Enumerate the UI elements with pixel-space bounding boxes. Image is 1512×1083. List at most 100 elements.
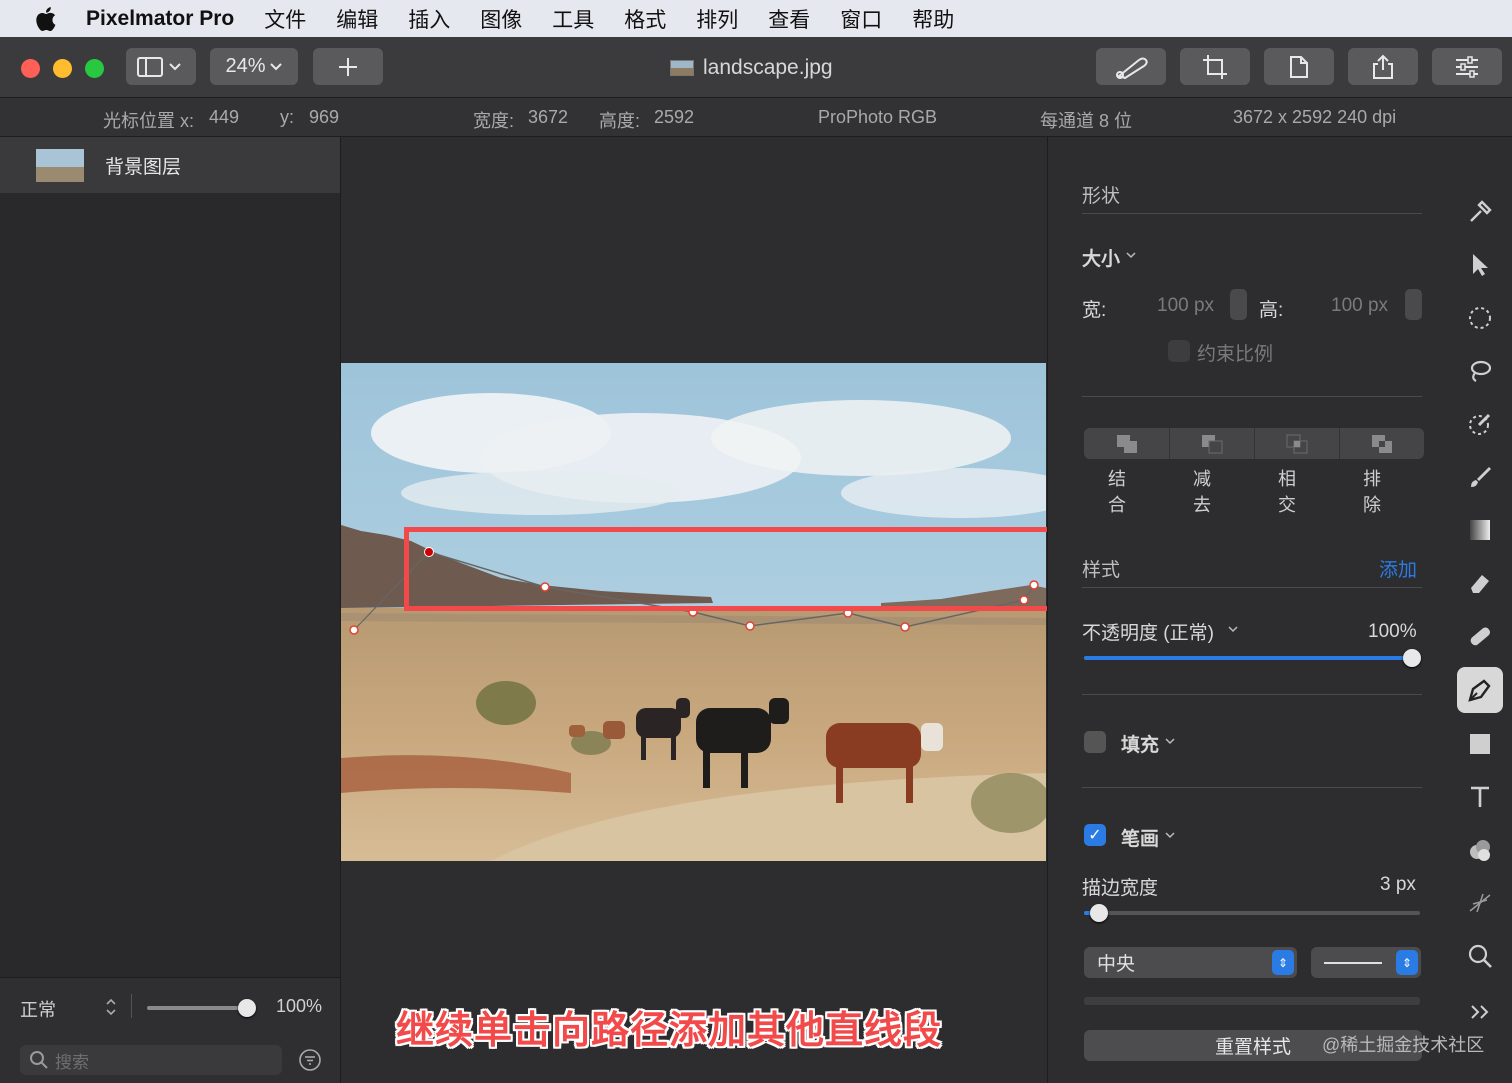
text-icon xyxy=(1471,786,1489,807)
color-adjust-tool[interactable] xyxy=(1457,827,1503,873)
sidebar-icon xyxy=(137,56,181,77)
exclude-icon xyxy=(1372,434,1392,453)
menu-arrange[interactable]: 排列 xyxy=(696,4,738,34)
shape-tool[interactable] xyxy=(1457,721,1503,767)
canvas-area[interactable]: 继续单击向路径添加其他直线段 xyxy=(341,137,1055,1083)
stroke-line-preview xyxy=(1324,962,1382,964)
divider xyxy=(1082,213,1422,214)
exclude-button[interactable] xyxy=(1339,428,1424,459)
divider xyxy=(1082,396,1422,397)
share-icon xyxy=(1373,54,1393,79)
add-button[interactable] xyxy=(313,48,383,85)
paint-tool[interactable] xyxy=(1457,454,1503,500)
filter-icon[interactable] xyxy=(298,1048,322,1072)
width-field[interactable]: 100 px xyxy=(1157,295,1214,317)
divider xyxy=(131,994,132,1018)
menu-help[interactable]: 帮助 xyxy=(912,4,954,34)
bit-depth: 每通道 8 位 xyxy=(1040,111,1133,131)
height-field[interactable]: 100 px xyxy=(1331,295,1388,317)
add-style-button[interactable]: 添加 xyxy=(1379,555,1417,582)
updown-chevron-icon xyxy=(106,998,116,1016)
zoom-tool[interactable] xyxy=(1457,933,1503,979)
retouch-tool[interactable] xyxy=(1457,613,1503,659)
shape-section-header: 形状 xyxy=(1082,186,1121,207)
dashed-circle-icon xyxy=(1469,307,1491,329)
menu-window[interactable]: 窗口 xyxy=(840,4,882,34)
opacity-slider-knob[interactable] xyxy=(1403,649,1421,667)
stroke-width-label: 描边宽度 xyxy=(1082,878,1159,899)
eraser-tool[interactable] xyxy=(1457,560,1503,606)
search-placeholder: 搜索 xyxy=(55,1052,89,1072)
cursor-icon xyxy=(1473,254,1488,276)
lasso-tool[interactable] xyxy=(1457,348,1503,394)
height-field-label: 高: xyxy=(1259,300,1284,321)
document-icon xyxy=(1290,55,1308,78)
app-name-menu[interactable]: Pixelmator Pro xyxy=(86,7,234,31)
close-window-button[interactable] xyxy=(21,59,40,78)
pen-tool[interactable] xyxy=(1457,667,1503,713)
zoom-window-button[interactable] xyxy=(85,59,104,78)
crop-button[interactable] xyxy=(1180,48,1250,85)
fill-checkbox[interactable] xyxy=(1084,731,1106,753)
menu-image[interactable]: 图像 xyxy=(480,4,522,34)
image-info-bar: 光标位置 x: 449 y: 969 宽度: 3672 高度: 2592 Pro… xyxy=(0,98,1512,137)
type-tool[interactable] xyxy=(1457,774,1503,820)
sliders-icon xyxy=(1456,55,1478,78)
zoom-dropdown[interactable]: 24% xyxy=(210,48,298,85)
opacity-mode-select[interactable]: 不透明度 (正常) xyxy=(1082,618,1214,645)
cursor-y-value: 969 xyxy=(309,107,340,127)
intersect-label: 相交 xyxy=(1278,469,1296,515)
stroke-checkbox[interactable]: ✓ xyxy=(1084,824,1106,846)
combine-button[interactable] xyxy=(1084,428,1169,459)
subtract-label: 减去 xyxy=(1193,469,1211,515)
layer-search-field[interactable]: 搜索 xyxy=(20,1045,282,1075)
hammer-icon xyxy=(1470,200,1492,222)
apple-icon[interactable] xyxy=(28,1,64,37)
height-stepper[interactable] xyxy=(1405,289,1422,320)
arrange-tool[interactable] xyxy=(1457,189,1503,235)
menu-tools[interactable]: 工具 xyxy=(552,4,594,34)
quick-select-icon xyxy=(1469,413,1491,435)
plus-icon xyxy=(339,57,357,76)
adjustments-button[interactable] xyxy=(1432,48,1502,85)
width-stepper[interactable] xyxy=(1230,289,1247,320)
menu-view[interactable]: 查看 xyxy=(768,4,810,34)
layer-opacity-knob[interactable] xyxy=(238,999,256,1017)
watermark: @稀土掘金技术社区 xyxy=(1322,1035,1485,1055)
quick-selection-tool-button[interactable] xyxy=(1096,48,1166,85)
blend-mode-select[interactable]: 正常 xyxy=(20,996,56,1022)
stroke-style-select[interactable]: ⇕ xyxy=(1311,947,1421,978)
sidebar-toggle-button[interactable] xyxy=(126,48,196,85)
document-format-button[interactable] xyxy=(1264,48,1334,85)
constrain-checkbox[interactable] xyxy=(1168,340,1190,362)
quick-selection-tool[interactable] xyxy=(1457,401,1503,447)
subtract-button[interactable] xyxy=(1169,428,1254,459)
intersect-button[interactable] xyxy=(1254,428,1339,459)
layer-name: 背景图层 xyxy=(105,156,182,178)
more-tools-button[interactable] xyxy=(1457,989,1503,1035)
chevron-down-icon xyxy=(1165,738,1175,745)
chevron-down-icon xyxy=(1165,832,1175,839)
width-label: 宽度: xyxy=(473,111,515,131)
distort-tool[interactable] xyxy=(1457,880,1503,926)
menu-insert[interactable]: 插入 xyxy=(408,4,450,34)
stroke-label[interactable]: 笔画 xyxy=(1121,824,1159,851)
gradient-tool[interactable] xyxy=(1457,507,1503,553)
landscape-image[interactable] xyxy=(341,363,1046,861)
stroke-position-select[interactable]: 中央 ⇕ xyxy=(1084,947,1297,978)
layer-row[interactable]: 背景图层 xyxy=(0,137,340,193)
menu-format[interactable]: 格式 xyxy=(624,4,666,34)
fill-label[interactable]: 填充 xyxy=(1121,730,1159,757)
brush-icon xyxy=(1116,57,1148,79)
size-section-toggle[interactable]: 大小 xyxy=(1082,244,1120,271)
layer-opacity-slider[interactable] xyxy=(147,1006,247,1010)
select-tool[interactable] xyxy=(1457,242,1503,288)
subtract-icon xyxy=(1202,434,1223,453)
menu-file[interactable]: 文件 xyxy=(264,4,306,34)
marquee-tool[interactable] xyxy=(1457,295,1503,341)
share-button[interactable] xyxy=(1348,48,1418,85)
minimize-window-button[interactable] xyxy=(53,59,72,78)
stroke-width-knob[interactable] xyxy=(1090,904,1108,922)
stroke-width-slider[interactable] xyxy=(1084,911,1420,915)
menu-edit[interactable]: 编辑 xyxy=(336,4,378,34)
